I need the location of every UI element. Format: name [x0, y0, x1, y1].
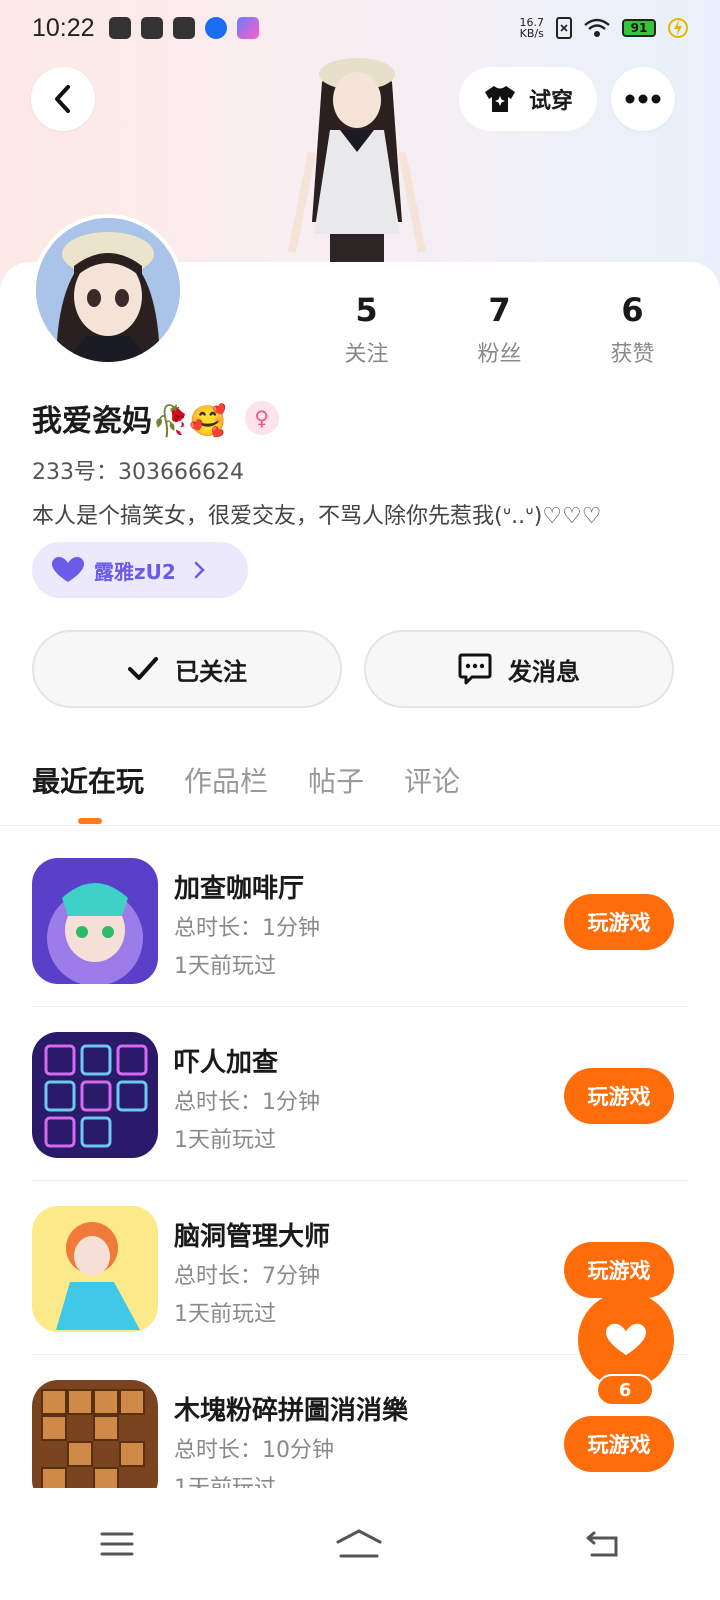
- stat-followers[interactable]: 7 粉丝: [433, 290, 566, 368]
- list-item[interactable]: 吓人加查 总时长：1分钟 1天前玩过 玩游戏: [0, 1000, 720, 1174]
- battery-level: 91: [622, 19, 656, 37]
- system-navigation-bar: [0, 1488, 720, 1600]
- stat-likes[interactable]: 6 获赞: [566, 290, 699, 368]
- stat-following[interactable]: 5 关注: [300, 290, 433, 368]
- status-time: 10:22: [32, 13, 95, 42]
- network-speed: 16.7 KB/s: [519, 16, 545, 40]
- back-nav-icon[interactable]: [584, 1530, 620, 1558]
- game-duration: 总时长：1分钟: [174, 1090, 320, 1115]
- capcut-notification-icon: [172, 17, 195, 39]
- guild-name: 露雅zU2: [94, 559, 176, 584]
- play-game-button[interactable]: 玩游戏: [564, 1416, 674, 1472]
- play-game-button[interactable]: 玩游戏: [564, 1242, 674, 1298]
- like-count-badge: 6: [596, 1374, 654, 1406]
- stat-following-value: 5: [355, 291, 378, 329]
- guild-chip[interactable]: 露雅zU2: [32, 542, 248, 598]
- avatar-illustration: [36, 218, 180, 362]
- name-row: 我爱瓷妈🥀🥰 ♀: [32, 396, 279, 440]
- try-on-button[interactable]: 试穿: [459, 67, 597, 131]
- game-duration: 总时长：10分钟: [174, 1438, 334, 1463]
- status-bar: 10:22 16.7 KB/s 91: [0, 0, 720, 56]
- game-last-played: 1天前玩过: [174, 1128, 276, 1153]
- send-message-label: 发消息: [508, 657, 580, 686]
- game-title: 脑洞管理大师: [174, 1222, 331, 1252]
- mail-notification-icon: [108, 17, 131, 39]
- stat-followers-label: 粉丝: [477, 342, 522, 367]
- profile-tabs: 最近在玩 作品栏 帖子 评论: [32, 760, 460, 800]
- play-game-button[interactable]: 玩游戏: [564, 894, 674, 950]
- chat-bubble-icon: [458, 653, 492, 685]
- tshirt-icon: [484, 86, 515, 112]
- game-notification-icon: [236, 17, 259, 39]
- chevron-right-icon: [194, 561, 205, 579]
- check-icon: [128, 657, 158, 680]
- toutiao-notification-icon: [140, 17, 163, 39]
- more-options-button[interactable]: [611, 67, 675, 131]
- play-game-button[interactable]: 玩游戏: [564, 1068, 674, 1124]
- charging-icon: [668, 18, 688, 38]
- menu-icon[interactable]: [100, 1531, 134, 1557]
- game-icon-scary-gacha: [32, 1032, 158, 1158]
- tab-works[interactable]: 作品栏: [184, 760, 268, 800]
- app-notification-icon: [204, 17, 227, 39]
- heart-icon: [606, 1323, 646, 1355]
- followed-label: 已关注: [175, 657, 247, 686]
- try-on-label: 试穿: [528, 89, 573, 114]
- back-button[interactable]: [31, 67, 95, 131]
- game-last-played: 1天前玩过: [174, 954, 276, 979]
- more-dots-icon: [625, 94, 661, 104]
- female-gender-icon: ♀: [244, 401, 279, 435]
- purple-heart-icon: [52, 557, 84, 582]
- user-bio: 本人是个搞笑女，很爱交友，不骂人除你先惹我(ᐡ..ᐡ)♡♡♡: [32, 504, 602, 529]
- tab-recently-played[interactable]: 最近在玩: [32, 760, 144, 800]
- profile-avatar[interactable]: [32, 214, 184, 366]
- followed-button[interactable]: 已关注: [32, 630, 342, 708]
- profile-stats: 5 关注 7 粉丝 6 获赞: [300, 290, 700, 368]
- game-title: 加查咖啡厅: [174, 874, 305, 904]
- stat-likes-label: 获赞: [610, 342, 655, 367]
- sim-icon: [556, 17, 572, 39]
- game-duration: 总时长：1分钟: [174, 916, 320, 941]
- user-id: 233号：303666624: [32, 460, 244, 485]
- tab-comments[interactable]: 评论: [404, 760, 460, 800]
- stat-followers-value: 7: [488, 291, 511, 329]
- game-last-played: 1天前玩过: [174, 1302, 276, 1327]
- send-message-button[interactable]: 发消息: [364, 630, 674, 708]
- list-item[interactable]: 加查咖啡厅 总时长：1分钟 1天前玩过 玩游戏: [0, 826, 720, 1000]
- username: 我爱瓷妈🥀🥰: [32, 404, 227, 439]
- wifi-icon: [584, 18, 610, 37]
- stat-following-label: 关注: [344, 342, 389, 367]
- tab-posts[interactable]: 帖子: [308, 760, 364, 800]
- active-tab-indicator: [78, 818, 102, 824]
- game-title: 吓人加查: [174, 1048, 279, 1078]
- game-icon-gacha-cafe: [32, 858, 158, 984]
- chevron-left-icon: [55, 85, 70, 113]
- game-icon-brain-manager: [32, 1206, 158, 1332]
- avatar-3d-character: [288, 58, 426, 264]
- game-duration: 总时长：7分钟: [174, 1264, 320, 1289]
- home-icon[interactable]: [335, 1528, 383, 1560]
- stat-likes-value: 6: [621, 291, 644, 329]
- game-title: 木塊粉碎拼圖消消樂: [174, 1396, 409, 1426]
